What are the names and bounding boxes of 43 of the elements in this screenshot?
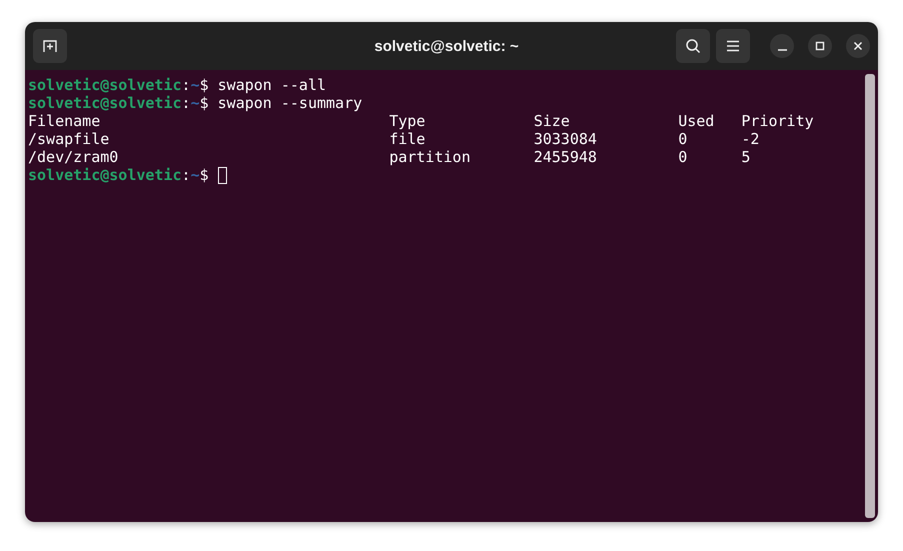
close-button[interactable] xyxy=(846,34,870,58)
command-text: swapon --all xyxy=(216,76,326,94)
menu-icon xyxy=(726,40,740,52)
menu-button[interactable] xyxy=(716,29,750,63)
prompt-symbol: $ xyxy=(200,94,209,112)
table-cell: 3033084 xyxy=(534,130,597,148)
table-cell: file xyxy=(389,130,426,148)
table-cell: Size xyxy=(534,112,570,130)
command-text: swapon --summary xyxy=(216,94,362,112)
scrollbar[interactable] xyxy=(865,74,875,518)
table-cell: 2455948 xyxy=(534,148,597,166)
maximize-icon xyxy=(815,41,825,51)
maximize-button[interactable] xyxy=(808,34,832,58)
search-icon xyxy=(685,38,701,54)
prompt-symbol: $ xyxy=(200,166,209,184)
prompt-user: solvetic@solvetic xyxy=(28,166,182,184)
close-icon xyxy=(853,41,863,51)
prompt-separator: : xyxy=(182,166,191,184)
search-button[interactable] xyxy=(676,29,710,63)
table-cell: Used xyxy=(678,112,714,130)
new-tab-button[interactable] xyxy=(33,29,67,63)
table-cell: 5 xyxy=(741,148,750,166)
table-cell: Type xyxy=(389,112,426,130)
prompt-symbol: $ xyxy=(200,76,209,94)
prompt-separator: : xyxy=(182,76,191,94)
minimize-icon xyxy=(778,48,786,50)
table-cell: partition xyxy=(389,148,470,166)
table-cell: -2 xyxy=(741,130,760,148)
window-title: solvetic@solvetic: ~ xyxy=(373,38,520,54)
prompt-path: ~ xyxy=(190,76,200,94)
table-cell: Priority xyxy=(741,112,814,130)
table-cell: 0 xyxy=(678,130,688,148)
prompt-user: solvetic@solvetic xyxy=(28,76,182,94)
table-cell: 0 xyxy=(678,148,688,166)
prompt-path: ~ xyxy=(190,166,200,184)
table-cell: Filename xyxy=(28,112,100,130)
prompt-user: solvetic@solvetic xyxy=(28,94,182,112)
new-tab-icon xyxy=(42,38,58,54)
table-cell: /swapfile xyxy=(28,130,110,148)
minimize-button[interactable] xyxy=(770,34,794,58)
prompt-path: ~ xyxy=(190,94,200,112)
prompt-separator: : xyxy=(182,94,191,112)
table-cell: /dev/zram0 xyxy=(28,148,118,166)
